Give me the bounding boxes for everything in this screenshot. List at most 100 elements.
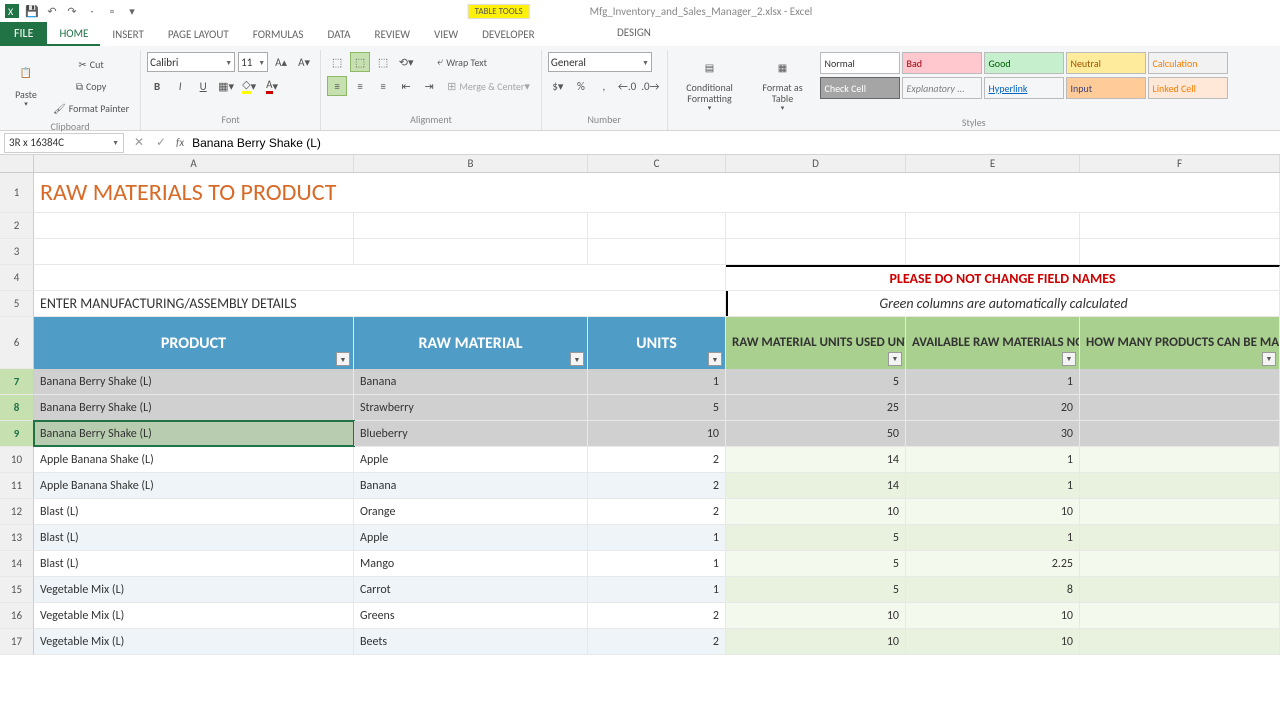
cell-can-make[interactable]	[1080, 473, 1280, 498]
undo-icon[interactable]: ↶	[44, 3, 60, 19]
cell-raw-material[interactable]: Apple	[354, 447, 588, 472]
excel-icon[interactable]: X	[4, 3, 20, 19]
style-bad[interactable]: Bad	[902, 52, 982, 74]
row-header-8[interactable]: 8	[0, 395, 34, 421]
filter-arrow-icon[interactable]: ▼	[336, 352, 350, 366]
cell-units[interactable]: 1	[588, 551, 726, 576]
cell-used[interactable]: 10	[726, 499, 906, 524]
cell-used[interactable]: 5	[726, 525, 906, 550]
cell-available[interactable]: 8	[906, 577, 1080, 602]
row-header-7[interactable]: 7	[0, 369, 34, 395]
row-header-15[interactable]: 15	[0, 577, 34, 603]
col-header-D[interactable]: D	[726, 155, 906, 172]
select-all-button[interactable]	[0, 155, 34, 172]
cell-used[interactable]: 10	[726, 603, 906, 628]
cell-units[interactable]: 1	[588, 577, 726, 602]
tab-data[interactable]: DATA	[315, 22, 362, 46]
cell-available[interactable]: 10	[906, 499, 1080, 524]
font-name-combo[interactable]: Calibri▼	[147, 52, 235, 72]
style-explanatory[interactable]: Explanatory ...	[902, 77, 982, 99]
cell-used[interactable]: 5	[726, 551, 906, 576]
cell-product[interactable]: Banana Berry Shake (L)	[34, 369, 354, 394]
empty-cell[interactable]	[34, 265, 726, 290]
warning-cell[interactable]: PLEASE DO NOT CHANGE FIELD NAMES	[726, 265, 1280, 290]
italic-button[interactable]: I	[170, 76, 190, 96]
cell-product[interactable]: Vegetable Mix (L)	[34, 629, 354, 654]
cell-product[interactable]: Apple Banana Shake (L)	[34, 473, 354, 498]
increase-decimal-button[interactable]: ←.0	[617, 76, 637, 96]
bold-button[interactable]: B	[147, 76, 167, 96]
empty-cell[interactable]	[726, 239, 906, 264]
cell-raw-material[interactable]: Banana	[354, 369, 588, 394]
cell-raw-material[interactable]: Banana	[354, 473, 588, 498]
border-button[interactable]: ▦▾	[216, 76, 236, 96]
cell-available[interactable]: 1	[906, 369, 1080, 394]
col-header-A[interactable]: A	[34, 155, 354, 172]
cell-can-make[interactable]	[1080, 525, 1280, 550]
increase-font-button[interactable]: A▴	[271, 52, 291, 72]
new-icon[interactable]: ▫	[104, 3, 120, 19]
align-right-button[interactable]: ≡	[373, 76, 393, 96]
file-tab[interactable]: FILE	[0, 22, 47, 46]
cell-product[interactable]: Banana Berry Shake (L)	[34, 421, 354, 446]
tab-design[interactable]: DESIGN	[605, 22, 663, 43]
tab-formulas[interactable]: FORMULAS	[241, 22, 316, 46]
align-top-button[interactable]: ⬚	[327, 52, 347, 72]
cell-used[interactable]: 14	[726, 447, 906, 472]
empty-cell[interactable]	[354, 239, 588, 264]
percent-button[interactable]: %	[571, 76, 591, 96]
row-header-4[interactable]: 4	[0, 265, 34, 291]
empty-cell[interactable]	[34, 213, 354, 238]
col-header-E[interactable]: E	[906, 155, 1080, 172]
decrease-decimal-button[interactable]: .0→	[640, 76, 660, 96]
cell-used[interactable]: 10	[726, 629, 906, 654]
cell-units[interactable]: 2	[588, 629, 726, 654]
cell-raw-material[interactable]: Blueberry	[354, 421, 588, 446]
row-header-5[interactable]: 5	[0, 291, 34, 317]
row-header-3[interactable]: 3	[0, 239, 34, 265]
cell-raw-material[interactable]: Apple	[354, 525, 588, 550]
cell-product[interactable]: Blast (L)	[34, 499, 354, 524]
cell-can-make[interactable]	[1080, 421, 1280, 446]
empty-cell[interactable]	[906, 239, 1080, 264]
increase-indent-button[interactable]: ⇥	[419, 76, 439, 96]
cell-styles-gallery[interactable]: Normal Bad Good Neutral Calculation Chec…	[820, 52, 1228, 114]
cell-product[interactable]: Blast (L)	[34, 525, 354, 550]
cell-units[interactable]: 1	[588, 525, 726, 550]
style-normal[interactable]: Normal	[820, 52, 900, 74]
cell-available[interactable]: 30	[906, 421, 1080, 446]
decrease-indent-button[interactable]: ⇤	[396, 76, 416, 96]
paste-button[interactable]: 📋 Paste ▾	[6, 52, 46, 114]
enter-formula-button[interactable]: ✓	[150, 133, 172, 153]
cell-available[interactable]: 2.25	[906, 551, 1080, 576]
cell-available[interactable]: 10	[906, 629, 1080, 654]
header-used[interactable]: RAW MATERIAL UNITS USED UNTIL NOW▼	[726, 317, 906, 369]
cell-units[interactable]: 2	[588, 499, 726, 524]
orientation-button[interactable]: ⟲▾	[396, 52, 416, 72]
row-header-2[interactable]: 2	[0, 213, 34, 239]
cell-raw-material[interactable]: Orange	[354, 499, 588, 524]
align-middle-button[interactable]: ⬚	[350, 52, 370, 72]
merge-center-button[interactable]: ⊞ Merge & Center▾	[442, 76, 535, 96]
filter-arrow-icon[interactable]: ▼	[708, 352, 722, 366]
cell-raw-material[interactable]: Strawberry	[354, 395, 588, 420]
filter-arrow-icon[interactable]: ▼	[1062, 352, 1076, 366]
formula-input[interactable]	[188, 133, 1280, 153]
font-color-button[interactable]: A▾	[262, 76, 282, 96]
redo-icon[interactable]: ↷	[64, 3, 80, 19]
cell-units[interactable]: 5	[588, 395, 726, 420]
cell-can-make[interactable]	[1080, 395, 1280, 420]
tab-insert[interactable]: INSERT	[100, 22, 156, 46]
row-header-10[interactable]: 10	[0, 447, 34, 473]
header-raw-material[interactable]: RAW MATERIAL▼	[354, 317, 588, 369]
row-header-11[interactable]: 11	[0, 473, 34, 499]
cell-available[interactable]: 1	[906, 525, 1080, 550]
filter-arrow-icon[interactable]: ▼	[888, 352, 902, 366]
format-painter-button[interactable]: 🖌 Format Painter	[48, 98, 134, 118]
empty-cell[interactable]	[1080, 239, 1280, 264]
empty-cell[interactable]	[588, 239, 726, 264]
style-calculation[interactable]: Calculation	[1148, 52, 1228, 74]
filter-arrow-icon[interactable]: ▼	[1262, 352, 1276, 366]
cell-raw-material[interactable]: Mango	[354, 551, 588, 576]
header-product[interactable]: PRODUCT▼	[34, 317, 354, 369]
